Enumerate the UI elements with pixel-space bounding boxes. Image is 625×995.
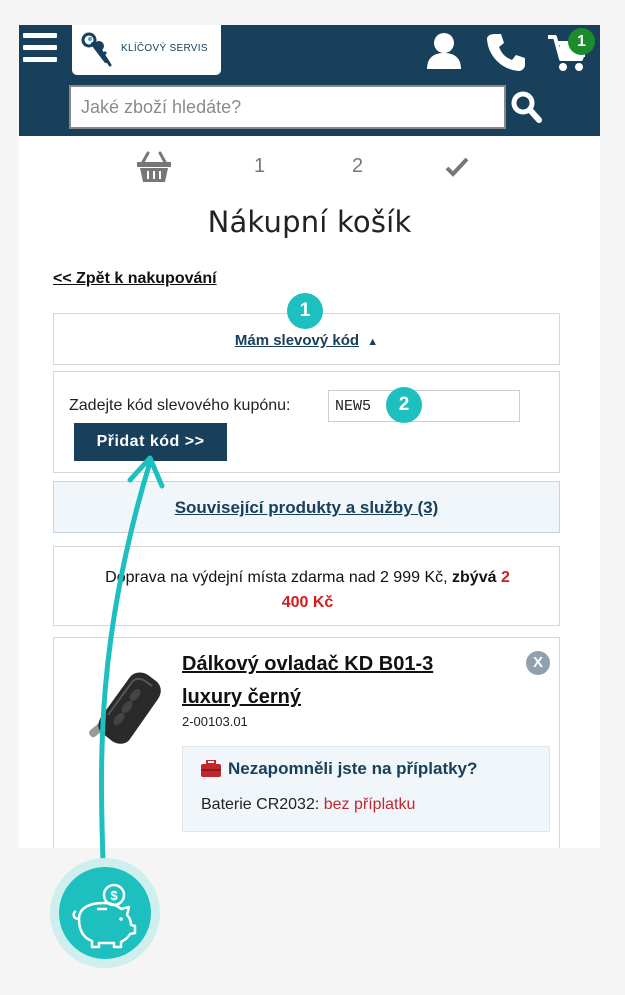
piggy-bank-badge: $ xyxy=(59,867,151,959)
annotation-step-2-badge: 2 xyxy=(386,387,422,423)
piggy-bank-icon: $ xyxy=(72,883,137,949)
annotation-arrow xyxy=(98,455,165,865)
annotation-step-1-badge: 1 xyxy=(287,293,323,329)
coin-symbol: $ xyxy=(110,888,118,903)
